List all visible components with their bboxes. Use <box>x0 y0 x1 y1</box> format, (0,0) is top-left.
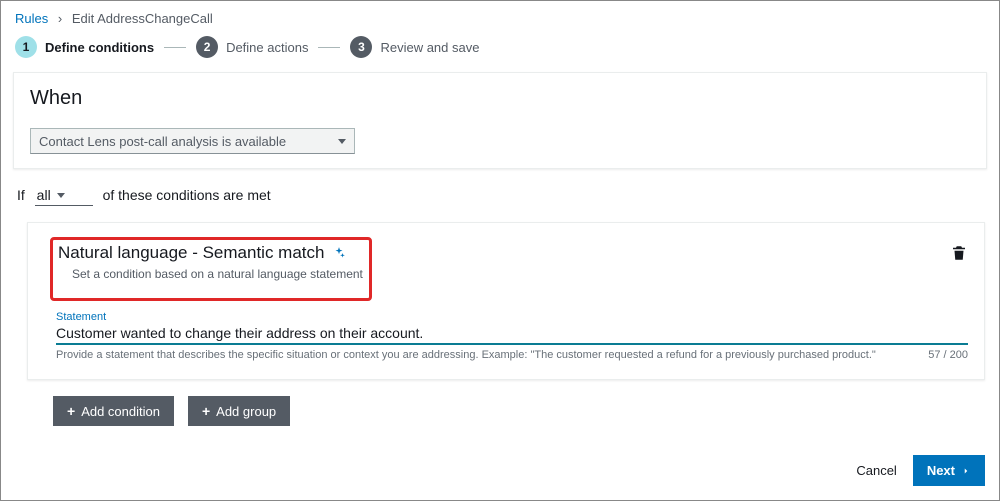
if-quantifier-select[interactable]: all <box>35 185 93 206</box>
add-group-button[interactable]: + Add group <box>188 396 290 426</box>
if-quantifier-value: all <box>37 187 51 203</box>
statement-field: Statement Provide a statement that descr… <box>44 311 968 361</box>
statement-hint: Provide a statement that describes the s… <box>56 349 876 361</box>
if-prefix: If <box>17 187 25 203</box>
wizard-footer: Cancel Next <box>856 455 985 486</box>
wizard-step-1[interactable]: 1 Define conditions <box>15 36 154 58</box>
statement-input[interactable] <box>56 325 968 341</box>
when-select[interactable]: Contact Lens post-call analysis is avail… <box>30 128 355 154</box>
breadcrumb: Rules › Edit AddressChangeCall <box>1 1 999 30</box>
wizard-step-3-label: Review and save <box>380 40 479 55</box>
condition-subtitle: Set a condition based on a natural langu… <box>58 267 363 281</box>
wizard-steps: 1 Define conditions 2 Define actions 3 R… <box>1 30 999 66</box>
conditions-card: Natural language - Semantic match Set a … <box>27 222 985 426</box>
breadcrumb-current: Edit AddressChangeCall <box>72 11 213 26</box>
sparkle-icon <box>332 246 346 260</box>
condition-item: Natural language - Semantic match Set a … <box>27 222 985 380</box>
next-label: Next <box>927 463 955 478</box>
when-heading: When <box>30 87 970 110</box>
if-suffix: of these conditions are met <box>103 187 271 203</box>
if-line: If all of these conditions are met <box>1 179 999 210</box>
wizard-step-3-num: 3 <box>350 36 372 58</box>
statement-counter: 57 / 200 <box>928 349 968 361</box>
wizard-step-1-num: 1 <box>15 36 37 58</box>
when-card: When Contact Lens post-call analysis is … <box>13 72 987 169</box>
add-condition-label: Add condition <box>81 404 160 419</box>
trash-icon[interactable] <box>950 243 968 263</box>
condition-actions: + Add condition + Add group <box>27 396 985 426</box>
breadcrumb-sep: › <box>58 11 62 26</box>
wizard-step-1-label: Define conditions <box>45 40 154 55</box>
plus-icon: + <box>202 403 210 419</box>
statement-label: Statement <box>56 311 968 323</box>
wizard-step-3[interactable]: 3 Review and save <box>350 36 479 58</box>
cancel-button[interactable]: Cancel <box>856 463 896 478</box>
chevron-right-icon <box>961 466 971 476</box>
breadcrumb-root[interactable]: Rules <box>15 11 48 26</box>
wizard-step-2-label: Define actions <box>226 40 308 55</box>
condition-title: Natural language - Semantic match <box>58 243 324 263</box>
wizard-connector <box>318 47 340 48</box>
wizard-step-2-num: 2 <box>196 36 218 58</box>
add-group-label: Add group <box>216 404 276 419</box>
add-condition-button[interactable]: + Add condition <box>53 396 174 426</box>
chevron-down-icon <box>338 139 346 144</box>
when-select-value: Contact Lens post-call analysis is avail… <box>39 134 286 149</box>
wizard-connector <box>164 47 186 48</box>
next-button[interactable]: Next <box>913 455 985 486</box>
plus-icon: + <box>67 403 75 419</box>
wizard-step-2[interactable]: 2 Define actions <box>196 36 308 58</box>
chevron-down-icon <box>57 193 65 198</box>
